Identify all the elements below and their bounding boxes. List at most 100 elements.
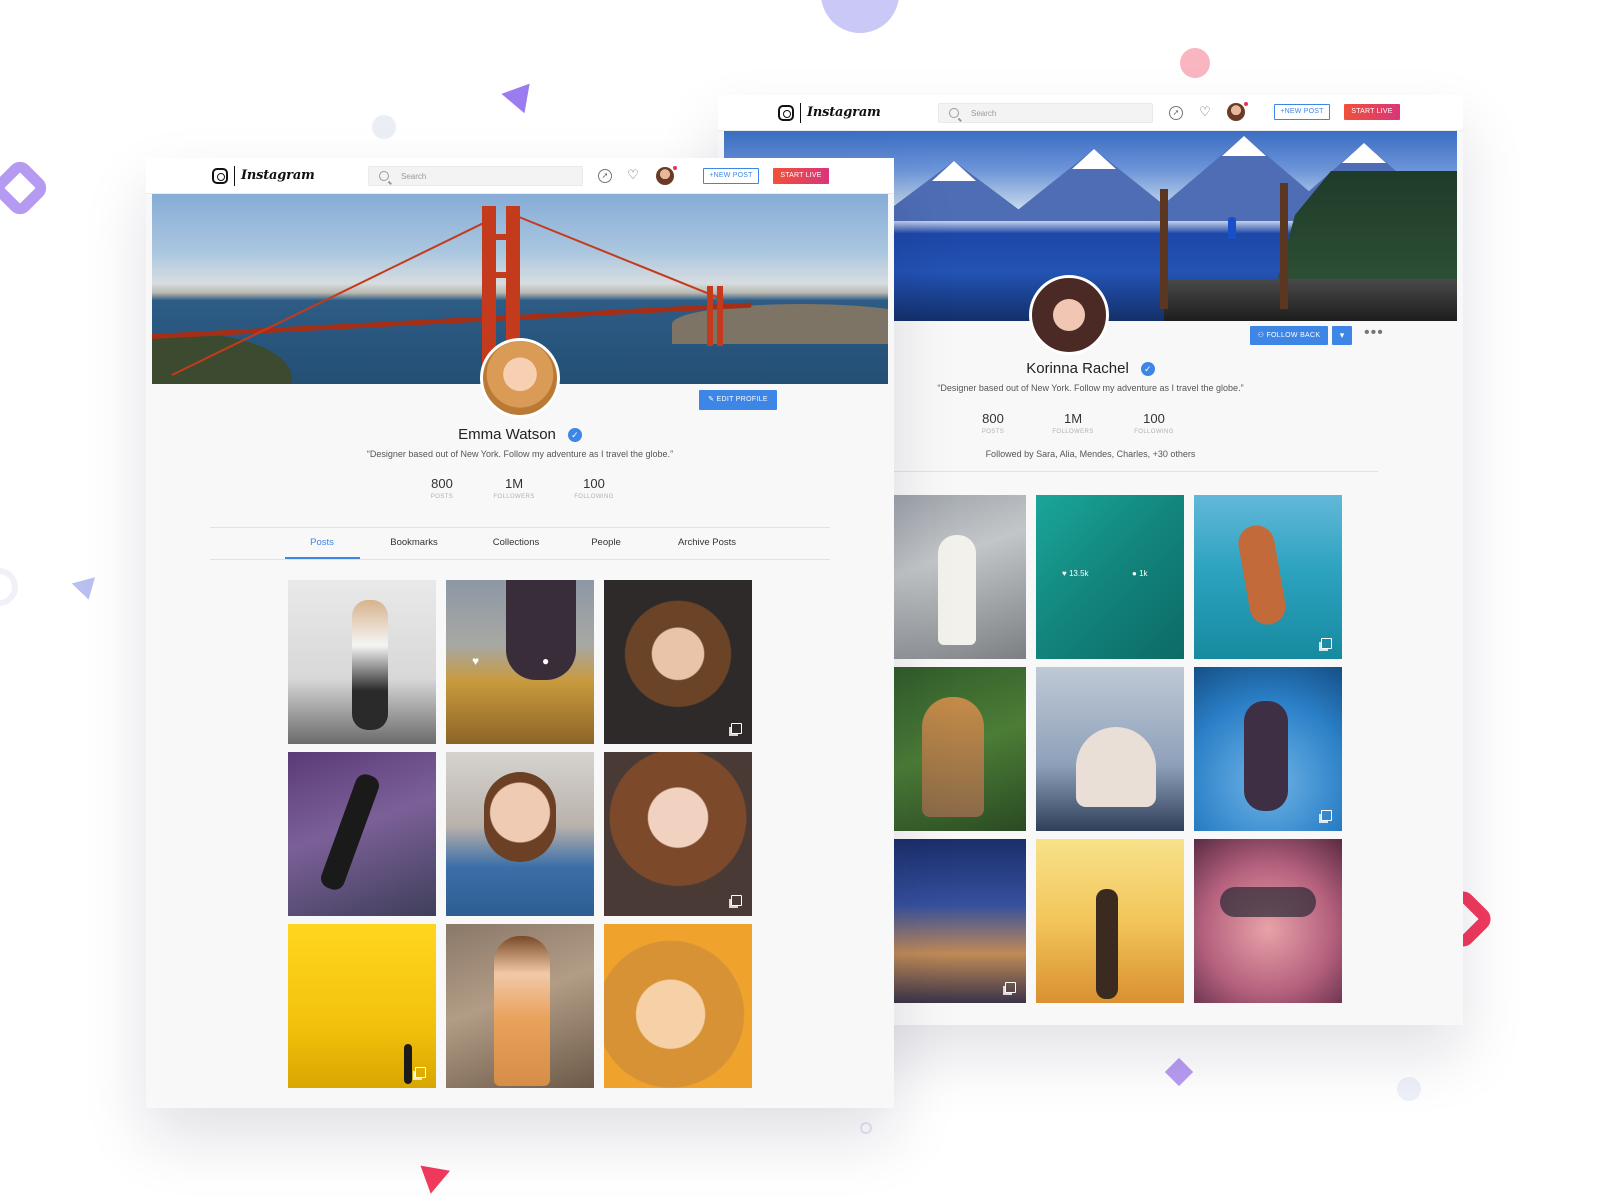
chevron-down-icon: ▾ [1339, 330, 1345, 340]
follow-back-label: FOLLOW BACK [1266, 332, 1321, 339]
more-options-icon[interactable]: ••• [1364, 324, 1384, 342]
tab-bookmarks[interactable]: Bookmarks [374, 537, 454, 548]
post-thumbnail[interactable] [1194, 667, 1342, 831]
person-figure [1228, 217, 1236, 239]
post-thumbnail[interactable] [1036, 839, 1184, 1003]
comment-icon: ● [542, 654, 550, 668]
start-live-button[interactable]: START LIVE [773, 168, 829, 184]
stat-label: FOLLOWING [1134, 429, 1174, 435]
logo-separator [800, 103, 801, 123]
stat-label: FOLLOWERS [493, 494, 535, 500]
tab-collections[interactable]: Collections [476, 537, 556, 548]
profile-avatar[interactable] [1029, 275, 1109, 355]
bridge-tower [482, 272, 520, 278]
instagram-wordmark[interactable]: Instagram [807, 105, 881, 120]
follow-back-button[interactable]: ⚇ FOLLOW BACK [1250, 326, 1328, 345]
decor-circle-light [1397, 1077, 1421, 1101]
post-thumbnail[interactable]: ♥ ● [446, 580, 594, 744]
post-thumbnail[interactable] [604, 924, 752, 1088]
tab-people[interactable]: People [566, 537, 646, 548]
comment-icon: ● [1132, 569, 1137, 578]
notification-dot [673, 166, 677, 170]
tabs-divider [210, 559, 830, 560]
heart-icon: ♥ [472, 654, 480, 668]
search-input[interactable] [401, 169, 551, 183]
instagram-camera-icon[interactable] [212, 168, 228, 184]
instagram-wordmark[interactable]: Instagram [241, 168, 315, 183]
decor-circle-grey [372, 115, 396, 139]
avatar[interactable] [656, 167, 674, 185]
decor-triangle-red [415, 1165, 451, 1197]
heart-icon[interactable]: ♡ [626, 168, 640, 182]
post-thumbnail[interactable] [288, 924, 436, 1088]
decor-triangle-lavender [71, 577, 101, 603]
avatar[interactable] [1227, 103, 1245, 121]
post-thumbnail[interactable] [604, 752, 752, 916]
verified-badge-icon: ✓ [567, 428, 582, 442]
profile-bio: “Designer based out of New York. Follow … [366, 449, 674, 459]
top-navbar: Instagram ➚ ♡ +NEW POST START LIVE [718, 95, 1463, 131]
notification-dot [1244, 102, 1248, 106]
post-thumbnail[interactable] [878, 667, 1026, 831]
explore-compass-icon[interactable]: ➚ [1169, 106, 1183, 120]
new-post-button[interactable]: +NEW POST [1274, 104, 1330, 120]
start-live-button[interactable]: START LIVE [1344, 104, 1400, 120]
snow-cap [932, 161, 976, 181]
stat-posts[interactable]: 800 POSTS [958, 411, 1028, 435]
profile-avatar[interactable] [480, 338, 560, 418]
post-thumbnail[interactable] [878, 495, 1026, 659]
stat-label: FOLLOWING [574, 494, 614, 500]
post-thumbnail[interactable] [446, 924, 594, 1088]
search-bar[interactable] [368, 166, 583, 186]
stat-followers[interactable]: 1M FOLLOWERS [1038, 411, 1108, 435]
stat-following[interactable]: 100 FOLLOWING [1119, 411, 1189, 435]
snow-cap [1222, 136, 1266, 156]
stat-following[interactable]: 100 FOLLOWING [559, 476, 629, 500]
likes-overlay: ♥ 13.5k [1062, 569, 1089, 578]
multiple-photos-icon [1321, 810, 1332, 821]
instagram-camera-icon[interactable] [778, 105, 794, 121]
search-input[interactable] [971, 106, 1121, 120]
search-icon [949, 108, 959, 118]
tab-posts[interactable]: Posts [286, 537, 358, 548]
likes-count: 13.5k [1068, 569, 1089, 578]
post-thumbnail[interactable] [288, 752, 436, 916]
stat-value: 1M [1063, 411, 1083, 426]
post-thumbnail[interactable] [288, 580, 436, 744]
stat-value: 100 [583, 476, 605, 491]
post-thumbnail[interactable] [878, 839, 1026, 1003]
stat-label: POSTS [981, 429, 1005, 435]
explore-compass-icon[interactable]: ➚ [598, 169, 612, 183]
decor-circle-pink [1180, 48, 1210, 78]
follow-options-dropdown[interactable]: ▾ [1332, 326, 1352, 345]
stat-posts[interactable]: 800 POSTS [407, 476, 477, 500]
search-icon [379, 171, 389, 181]
bridge-tower [482, 234, 520, 240]
post-thumbnail[interactable] [1194, 839, 1342, 1003]
stat-followers[interactable]: 1M FOLLOWERS [479, 476, 549, 500]
bridge-cable [513, 214, 719, 299]
multiple-photos-icon [1005, 982, 1016, 993]
stat-value: 100 [1143, 411, 1165, 426]
post-thumbnail[interactable] [1036, 667, 1184, 831]
heart-icon[interactable]: ♡ [1198, 105, 1212, 119]
stat-value: 800 [982, 411, 1004, 426]
post-thumbnail[interactable] [446, 752, 594, 916]
stat-label: POSTS [430, 494, 454, 500]
new-post-button[interactable]: +NEW POST [703, 168, 759, 184]
post-thumbnail[interactable] [1194, 495, 1342, 659]
edit-profile-button[interactable]: ✎ EDIT PROFILE [699, 390, 777, 410]
comments-overlay: ● 1k [1132, 569, 1148, 578]
decor-triangle-purple [501, 83, 539, 119]
snow-cap [1072, 149, 1116, 169]
post-thumbnail[interactable] [604, 580, 752, 744]
decor-diamond-purple [0, 156, 52, 220]
search-bar[interactable] [938, 103, 1153, 123]
post-thumbnail[interactable]: ♥ 13.5k ● 1k [1036, 495, 1184, 659]
decor-circle-tiny [860, 1122, 872, 1134]
pier-post [1280, 183, 1288, 309]
decor-circle-faint [0, 568, 18, 606]
tab-archive-posts[interactable]: Archive Posts [662, 537, 752, 548]
pencil-icon: ✎ [708, 396, 717, 403]
bridge-cable [171, 216, 497, 376]
